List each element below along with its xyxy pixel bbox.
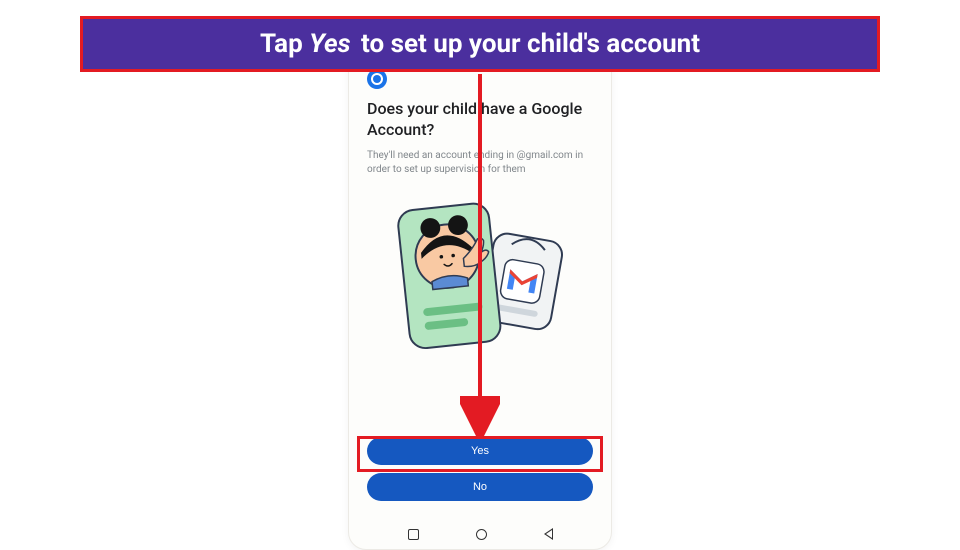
question-subtitle: They'll need an account ending in @gmail…	[367, 149, 593, 177]
android-navbar	[349, 519, 611, 549]
illustration	[367, 191, 593, 371]
banner-emphasis: Yes	[309, 29, 350, 59]
back-icon[interactable]	[544, 528, 553, 540]
family-link-icon	[367, 69, 387, 89]
banner-prefix: Tap	[260, 29, 303, 59]
phone-frame: Does your child have a Google Account? T…	[348, 50, 612, 550]
banner-suffix: to set up your child's account	[361, 29, 700, 59]
phone-screen: Does your child have a Google Account? T…	[349, 51, 611, 437]
question-title: Does your child have a Google Account?	[367, 99, 593, 141]
yes-button[interactable]: Yes	[367, 437, 593, 465]
recent-apps-icon[interactable]	[408, 529, 419, 540]
button-group: Yes No	[349, 437, 611, 519]
instruction-banner: Tap Yes to set up your child's account	[80, 16, 880, 72]
home-icon[interactable]	[476, 529, 487, 540]
no-button[interactable]: No	[367, 473, 593, 501]
